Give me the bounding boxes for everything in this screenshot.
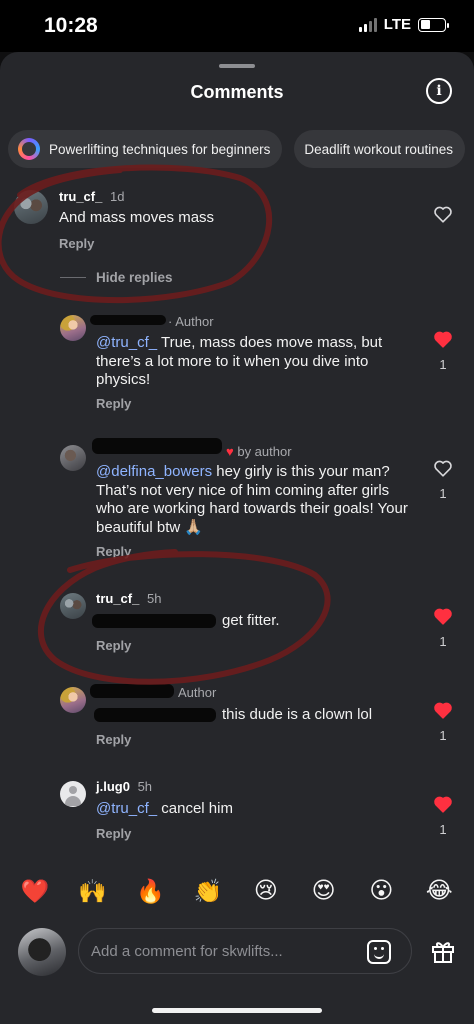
info-icon[interactable]: i bbox=[426, 78, 452, 104]
chip-deadlift[interactable]: Deadlift workout routines bbox=[294, 130, 465, 168]
status-time: 10:28 bbox=[44, 14, 98, 37]
reaction-fire[interactable]: 🔥 bbox=[130, 878, 170, 905]
username[interactable]: j.lug0 bbox=[96, 779, 130, 794]
reply-button[interactable]: Reply bbox=[96, 732, 131, 747]
gift-icon[interactable] bbox=[430, 938, 456, 964]
avatar bbox=[18, 928, 66, 976]
reaction-heart[interactable]: ❤️ bbox=[15, 878, 55, 905]
avatar[interactable] bbox=[60, 315, 86, 341]
comment-placeholder: Add a comment for skwlifts... bbox=[91, 943, 283, 960]
redacted-username bbox=[92, 438, 222, 454]
reply-button[interactable]: Reply bbox=[96, 826, 131, 841]
redacted-mention bbox=[92, 614, 216, 628]
heart-icon[interactable] bbox=[433, 701, 453, 719]
search-suggestions: Powerlifting techniques for beginners De… bbox=[8, 130, 465, 168]
reply-button[interactable]: Reply bbox=[96, 544, 131, 559]
quick-reactions: ❤️ 🙌 🔥 👏 😢 😍 😮 😂 bbox=[0, 878, 474, 905]
comment-meta: j.lug0 5h bbox=[96, 779, 152, 794]
heart-icon[interactable] bbox=[433, 205, 453, 223]
username[interactable]: tru_cf_ bbox=[96, 591, 139, 606]
comment-meta: tru_cf_ 5h bbox=[96, 591, 161, 606]
chip-powerlifting[interactable]: Powerlifting techniques for beginners bbox=[8, 130, 283, 168]
comment-text: @tru_cf_ True, mass does move mass, but … bbox=[96, 334, 383, 388]
like-count: 1 bbox=[439, 357, 447, 372]
author-badge: · Author bbox=[168, 314, 214, 329]
home-indicator[interactable] bbox=[152, 1008, 322, 1013]
redacted-mention bbox=[94, 708, 216, 722]
mention-link[interactable]: @tru_cf_ bbox=[96, 334, 157, 351]
heart-icon: ♥ bbox=[226, 444, 234, 459]
sheet-grabber[interactable] bbox=[219, 64, 255, 68]
signal-icon bbox=[358, 17, 377, 32]
comment-text: @delfina_bowers hey girly is this your m… bbox=[96, 463, 408, 536]
reaction-raised-hands[interactable]: 🙌 bbox=[73, 878, 113, 905]
status-bar: 10:28 LTE bbox=[0, 0, 474, 52]
divider bbox=[60, 277, 86, 278]
like-count: 1 bbox=[439, 728, 447, 743]
liked-by-author: ♥ by author bbox=[226, 444, 292, 459]
chip-label: Powerlifting techniques for beginners bbox=[49, 141, 271, 157]
comment-input[interactable]: Add a comment for skwlifts... bbox=[78, 928, 412, 974]
comment-meta: tru_cf_ 1d bbox=[59, 189, 124, 204]
like-count: 1 bbox=[439, 634, 447, 649]
timestamp: 5h bbox=[137, 779, 153, 794]
avatar[interactable] bbox=[14, 190, 48, 224]
reaction-laugh[interactable]: 😂 bbox=[419, 878, 459, 905]
reply-button[interactable]: Reply bbox=[59, 236, 94, 251]
heart-icon[interactable] bbox=[433, 330, 453, 348]
author-badge: Author bbox=[178, 685, 217, 700]
comment-text: @tru_cf_ cancel him bbox=[96, 800, 233, 817]
mention-link[interactable]: @tru_cf_ bbox=[96, 800, 157, 817]
network-label: LTE bbox=[383, 16, 411, 33]
avatar[interactable] bbox=[60, 781, 86, 807]
comment-text: And mass moves mass bbox=[59, 209, 215, 226]
comments-sheet: Comments i Powerlifting techniques for b… bbox=[0, 52, 474, 1024]
chip-label: Deadlift workout routines bbox=[304, 141, 453, 157]
timestamp: 1d bbox=[109, 189, 125, 204]
heart-icon[interactable] bbox=[433, 459, 453, 477]
battery-icon bbox=[418, 17, 449, 32]
comment-text: this dude is a clown lol bbox=[222, 706, 373, 723]
reaction-wow[interactable]: 😮 bbox=[361, 878, 401, 905]
sticker-icon[interactable] bbox=[367, 940, 391, 964]
battery-level bbox=[420, 20, 430, 29]
username[interactable]: tru_cf_ bbox=[59, 189, 102, 204]
hide-replies-button[interactable]: Hide replies bbox=[60, 270, 173, 285]
heart-icon[interactable] bbox=[433, 795, 453, 813]
timestamp: 5h bbox=[146, 591, 162, 606]
sheet-title: Comments bbox=[190, 82, 284, 102]
search-ring-icon bbox=[18, 138, 40, 160]
redacted-username bbox=[90, 315, 166, 325]
redacted-username bbox=[90, 684, 174, 698]
reply-button[interactable]: Reply bbox=[96, 396, 131, 411]
comment-text: get fitter. bbox=[222, 612, 280, 629]
reaction-crying[interactable]: 😢 bbox=[246, 878, 286, 905]
mention-link[interactable]: @delfina_bowers bbox=[96, 463, 212, 480]
reply-button[interactable]: Reply bbox=[96, 638, 131, 653]
avatar[interactable] bbox=[60, 687, 86, 713]
like-count: 1 bbox=[439, 822, 447, 837]
status-indicators: LTE bbox=[358, 16, 449, 33]
avatar[interactable] bbox=[60, 593, 86, 619]
heart-icon[interactable] bbox=[433, 607, 453, 625]
reaction-clap[interactable]: 👏 bbox=[188, 878, 228, 905]
avatar[interactable] bbox=[60, 445, 86, 471]
reaction-heart-eyes[interactable]: 😍 bbox=[304, 878, 344, 905]
like-count: 1 bbox=[439, 486, 447, 501]
